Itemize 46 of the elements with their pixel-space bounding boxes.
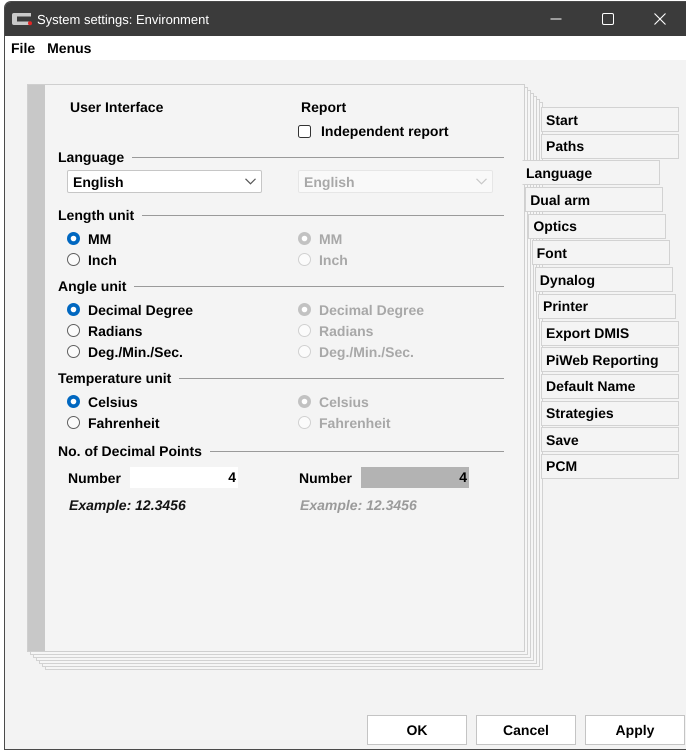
close-icon <box>654 13 666 25</box>
tab[interactable]: Printer <box>538 294 676 319</box>
tab[interactable]: Save <box>541 427 679 452</box>
tab[interactable]: Strategies <box>541 400 679 426</box>
tab[interactable]: Font <box>532 240 670 266</box>
field-label: Number <box>68 470 122 486</box>
tab[interactable]: Export DMIS <box>541 320 679 346</box>
radio-option[interactable]: Inch <box>67 249 117 270</box>
number-field[interactable]: 4 <box>130 467 238 488</box>
tab[interactable]: Dual arm <box>525 187 664 212</box>
column-heading: Report <box>300 98 346 116</box>
tab[interactable]: Optics <box>528 214 666 239</box>
section-title: No. of Decimal Points <box>58 443 202 459</box>
dialog-button[interactable]: Apply <box>585 715 685 745</box>
tab[interactable]: Dynalog <box>534 267 673 292</box>
chevron-down-icon <box>245 178 256 185</box>
tab[interactable]: Language <box>522 160 660 186</box>
radio-option[interactable]: Fahrenheit <box>67 412 160 433</box>
menu-item[interactable]: Menus <box>47 40 92 56</box>
section-title: Temperature unit <box>58 370 172 386</box>
dialog-button[interactable]: OK <box>367 715 467 745</box>
example-text: Example: 12.3456 <box>68 496 186 514</box>
maximize-icon <box>602 13 614 25</box>
radio-option[interactable]: MM <box>67 228 112 249</box>
tab[interactable]: Start <box>541 107 679 132</box>
tab[interactable]: PiWeb Reporting <box>541 347 679 372</box>
section-title: Angle unit <box>58 278 126 294</box>
tab[interactable]: Default Name <box>541 374 679 399</box>
tab[interactable]: PCM <box>541 454 679 479</box>
app-icon <box>11 12 33 26</box>
checkbox-option[interactable]: Independent report <box>298 122 449 140</box>
tab[interactable]: Paths <box>541 134 679 159</box>
column-heading: User Interface <box>69 98 164 116</box>
radio-option[interactable]: Deg./Min./Sec. <box>67 341 183 362</box>
dropdown[interactable]: English <box>67 170 262 193</box>
dialog-button[interactable]: Cancel <box>476 715 576 745</box>
radio-option[interactable]: Celsius <box>67 391 138 412</box>
radio-option[interactable]: Decimal Degree <box>67 299 194 320</box>
field-label: Number <box>299 470 353 486</box>
section-title: Language <box>58 149 124 165</box>
window-title: System settings: Environment <box>37 12 210 26</box>
section-title: Length unit <box>58 207 134 223</box>
radio-option[interactable]: Radians <box>67 320 142 341</box>
menu-item[interactable]: File <box>11 40 36 56</box>
chevron-down-icon <box>476 178 487 185</box>
example-text: Example: 12.3456 <box>299 496 417 514</box>
